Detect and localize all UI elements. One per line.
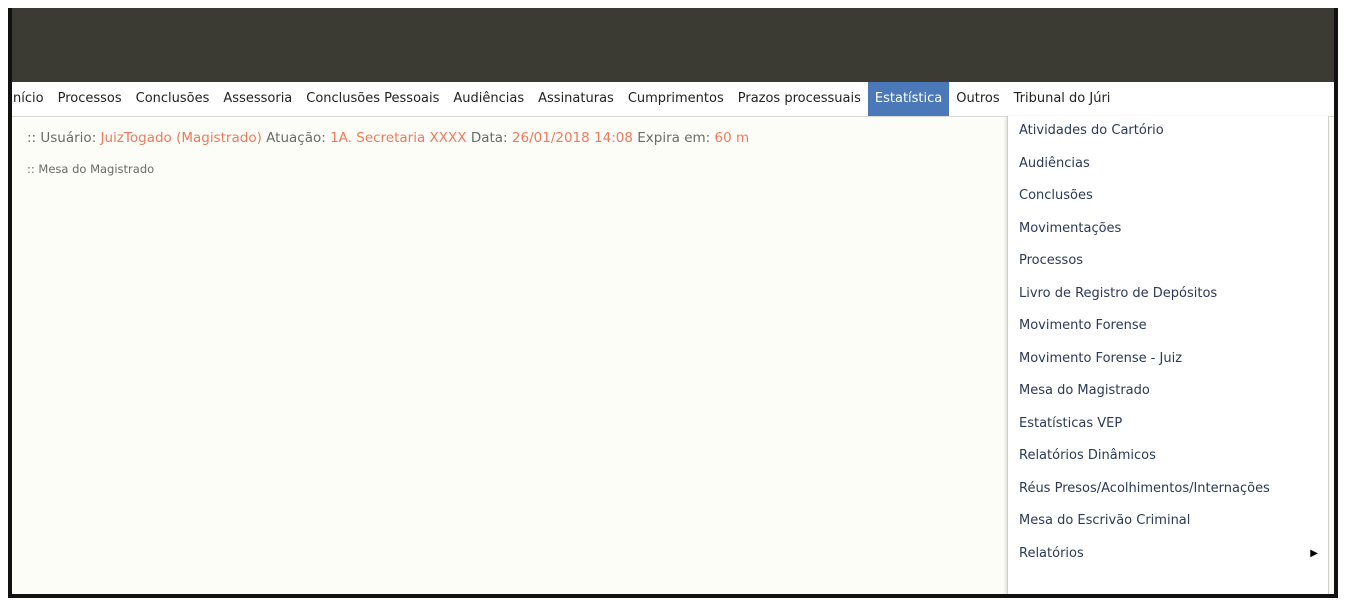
menu-prazos-processuais[interactable]: Prazos processuais — [731, 82, 868, 116]
dropdown-item-mesa-do-magistrado[interactable]: Mesa do Magistrado — [1008, 376, 1328, 409]
dropdown-item-relatorios-dinamicos[interactable]: Relatórios Dinâmicos — [1008, 441, 1328, 474]
page-subtitle: :: Mesa do Magistrado — [27, 162, 155, 176]
data-label: Data: — [470, 130, 508, 146]
usuario-label: :: Usuário: — [27, 130, 97, 146]
dropdown-item-conclusoes[interactable]: Conclusões — [1008, 181, 1328, 214]
main-menu: nício Processos Conclusões Assessoria Co… — [12, 82, 1334, 117]
triangle-right-icon: ▶ — [1310, 547, 1318, 559]
header-bar — [12, 8, 1334, 82]
dropdown-item-relatorios-label: Relatórios — [1019, 545, 1084, 561]
menu-estatistica[interactable]: Estatística — [867, 82, 950, 116]
data-value: 26/01/2018 14:08 — [511, 130, 633, 146]
menu-tribunal-do-juri[interactable]: Tribunal do Júri — [1007, 82, 1118, 116]
dropdown-item-movimento-forense-juiz[interactable]: Movimento Forense - Juiz — [1008, 344, 1328, 377]
usuario-value: JuizTogado (Magistrado) — [100, 130, 262, 146]
menu-outros[interactable]: Outros — [949, 82, 1006, 116]
menu-processos[interactable]: Processos — [51, 82, 129, 116]
dropdown-item-estatisticas-vep[interactable]: Estatísticas VEP — [1008, 409, 1328, 442]
session-info: :: Usuário: JuizTogado (Magistrado) Atua… — [27, 130, 749, 146]
dropdown-item-reus-presos[interactable]: Réus Presos/Acolhimentos/Internações — [1008, 474, 1328, 507]
dropdown-item-audiencias[interactable]: Audiências — [1008, 149, 1328, 182]
dropdown-item-atividades-do-cartorio[interactable]: Atividades do Cartório — [1008, 116, 1328, 149]
menu-audiencias[interactable]: Audiências — [446, 82, 531, 116]
menu-conclusoes-pessoais[interactable]: Conclusões Pessoais — [299, 82, 446, 116]
dropdown-item-livro-registro-depositos[interactable]: Livro de Registro de Depósitos — [1008, 279, 1328, 312]
atuacao-value: 1A. Secretaria XXXX — [330, 130, 467, 146]
dropdown-item-processos[interactable]: Processos — [1008, 246, 1328, 279]
dropdown-item-movimentacoes[interactable]: Movimentações — [1008, 214, 1328, 247]
dropdown-item-movimento-forense[interactable]: Movimento Forense — [1008, 311, 1328, 344]
menu-cumprimentos[interactable]: Cumprimentos — [621, 82, 731, 116]
menu-inicio[interactable]: nício — [12, 82, 51, 116]
expira-value: 60 m — [714, 130, 750, 146]
dropdown-item-relatorios[interactable]: Relatórios ▶ — [1008, 539, 1328, 572]
menu-assessoria[interactable]: Assessoria — [216, 82, 299, 116]
dropdown-item-mesa-do-escrivao-criminal[interactable]: Mesa do Escrivão Criminal — [1008, 506, 1328, 539]
expira-label: Expira em: — [637, 130, 711, 146]
menu-conclusoes[interactable]: Conclusões — [129, 82, 217, 116]
atuacao-label: Atuação: — [266, 130, 326, 146]
menu-assinaturas[interactable]: Assinaturas — [531, 82, 621, 116]
app-window: nício Processos Conclusões Assessoria Co… — [8, 8, 1338, 598]
estatistica-dropdown: Atividades do Cartório Audiências Conclu… — [1007, 116, 1329, 594]
